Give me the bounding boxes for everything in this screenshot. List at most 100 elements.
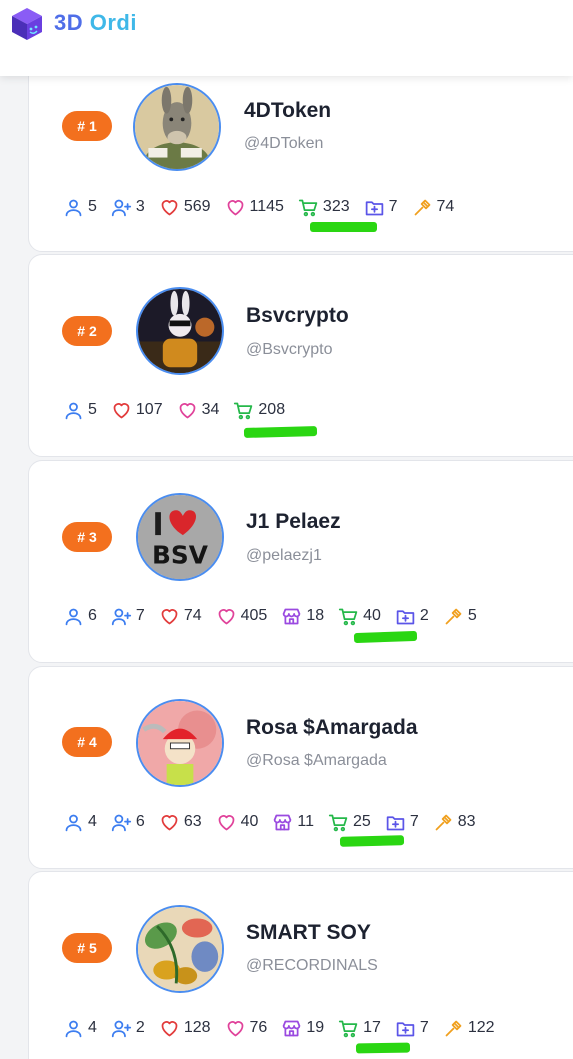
- user-name[interactable]: SMART SOY: [246, 921, 371, 945]
- heart-pink-icon: [216, 606, 237, 627]
- folder-plus-icon: [385, 812, 406, 833]
- stat-user-plus[interactable]: 7: [111, 606, 145, 627]
- stat-cart[interactable]: 17: [338, 1018, 381, 1039]
- user-plus-icon: [111, 197, 132, 218]
- avatar[interactable]: [136, 905, 224, 993]
- cart-icon: [328, 812, 349, 833]
- cart-icon: [338, 1018, 359, 1039]
- stat-value: 25: [353, 813, 371, 830]
- user-name[interactable]: J1 Pelaez: [246, 510, 341, 534]
- heart-red-icon: [159, 812, 180, 833]
- stat-cart[interactable]: 323: [298, 197, 350, 218]
- stat-value: 5: [467, 607, 477, 624]
- cube-logo-icon[interactable]: [10, 6, 44, 42]
- stat-value: 40: [240, 813, 259, 830]
- stat-folder-plus[interactable]: 7: [364, 197, 398, 218]
- stat-hammer[interactable]: 5: [443, 606, 477, 627]
- stat-value: 17: [363, 1019, 381, 1036]
- stat-user[interactable]: 5: [63, 197, 97, 218]
- user-handle: @RECORDINALS: [246, 957, 378, 974]
- cart-icon: [338, 606, 359, 627]
- user-name[interactable]: 4DToken: [244, 99, 331, 123]
- heart-red-icon: [159, 606, 180, 627]
- stat-heart-pink[interactable]: 405: [216, 606, 267, 627]
- top-bar: 3D Ordi: [0, 0, 573, 76]
- stat-hammer[interactable]: 83: [433, 812, 476, 833]
- user-plus-icon: [111, 812, 132, 833]
- user-icon: [63, 812, 84, 833]
- stat-heart-red[interactable]: 569: [159, 197, 211, 218]
- stat-value: 2: [419, 607, 429, 624]
- stat-cart[interactable]: 25: [328, 812, 371, 833]
- store-icon: [272, 812, 293, 833]
- stat-folder-plus[interactable]: 2: [395, 606, 429, 627]
- app-title-part1: 3D: [54, 10, 84, 35]
- stat-folder-plus[interactable]: 7: [395, 1018, 429, 1039]
- stat-user-plus[interactable]: 3: [111, 197, 145, 218]
- stat-user-plus[interactable]: 6: [111, 812, 145, 833]
- stat-hammer[interactable]: 74: [412, 197, 454, 218]
- stat-value: 18: [306, 607, 325, 624]
- user-name[interactable]: Rosa $Amargada: [246, 716, 418, 740]
- stat-user[interactable]: 5: [63, 400, 97, 421]
- cart-highlight-mark: [243, 426, 318, 438]
- stat-folder-plus[interactable]: 7: [385, 812, 419, 833]
- leaderboard-card[interactable]: # 5 SMART SOY @RECORDINALS 4 2 128 76 19 17 7 1…: [28, 871, 573, 1059]
- stat-value: 2: [135, 1019, 145, 1036]
- stat-value: 107: [135, 401, 163, 418]
- rank-badge: # 1: [62, 111, 112, 141]
- leaderboard-card[interactable]: # 4 Rosa $Amargada @Rosa $Amargada 4 6 63 4…: [28, 666, 573, 869]
- app-title-part2: Ordi: [89, 10, 137, 35]
- stat-heart-red[interactable]: 107: [111, 400, 163, 421]
- store-icon: [281, 1018, 302, 1039]
- cart-icon: [298, 197, 319, 218]
- avatar[interactable]: [136, 699, 224, 787]
- avatar[interactable]: BSV: [136, 493, 224, 581]
- rank-badge: # 2: [62, 316, 112, 346]
- rank-badge: # 5: [62, 933, 112, 963]
- stat-heart-pink[interactable]: 34: [177, 400, 220, 421]
- user-icon: [63, 1018, 84, 1039]
- stat-value: 569: [183, 198, 211, 215]
- user-name[interactable]: Bsvcrypto: [246, 304, 349, 328]
- stat-heart-red[interactable]: 128: [159, 1018, 211, 1039]
- cart-highlight-mark: [310, 222, 377, 232]
- stat-user[interactable]: 6: [63, 606, 97, 627]
- leaderboard-card[interactable]: # 3 BSV J1 Pelaez @pelaezj1 6 7 74 405 18 40 2…: [28, 460, 573, 663]
- stat-value: 128: [183, 1019, 211, 1036]
- stat-value: 6: [135, 813, 145, 830]
- stats-row: 4 2 128 76 19 17 7 122: [63, 1016, 509, 1040]
- stat-heart-red[interactable]: 63: [159, 812, 202, 833]
- stat-heart-pink[interactable]: 76: [225, 1018, 267, 1039]
- svg-text:BSV: BSV: [152, 541, 209, 570]
- user-handle: @4DToken: [244, 135, 324, 152]
- stat-value: 4: [88, 1019, 97, 1036]
- stat-value: 19: [306, 1019, 325, 1036]
- stat-user[interactable]: 4: [63, 812, 97, 833]
- folder-plus-icon: [395, 606, 416, 627]
- stat-store[interactable]: 19: [281, 1018, 324, 1039]
- stat-user[interactable]: 4: [63, 1018, 97, 1039]
- stat-heart-red[interactable]: 74: [159, 606, 202, 627]
- stat-user-plus[interactable]: 2: [111, 1018, 145, 1039]
- stat-value: 34: [201, 401, 220, 418]
- stat-store[interactable]: 11: [272, 812, 314, 833]
- stat-store[interactable]: 18: [281, 606, 324, 627]
- hammer-icon: [443, 1018, 464, 1039]
- stat-cart[interactable]: 208: [233, 400, 285, 421]
- avatar[interactable]: [133, 83, 221, 171]
- avatar[interactable]: [136, 287, 224, 375]
- heart-red-icon: [111, 400, 132, 421]
- stat-heart-pink[interactable]: 1145: [225, 197, 284, 218]
- user-handle: @Bsvcrypto: [246, 341, 333, 358]
- stat-value: 7: [135, 607, 145, 624]
- user-icon: [63, 606, 84, 627]
- stat-cart[interactable]: 40: [338, 606, 381, 627]
- user-icon: [63, 400, 84, 421]
- user-icon: [63, 197, 84, 218]
- cart-highlight-mark: [355, 1042, 411, 1054]
- stat-value: 7: [409, 813, 419, 830]
- stat-heart-pink[interactable]: 40: [216, 812, 259, 833]
- app-title[interactable]: 3D Ordi: [54, 10, 137, 36]
- stat-hammer[interactable]: 122: [443, 1018, 495, 1039]
